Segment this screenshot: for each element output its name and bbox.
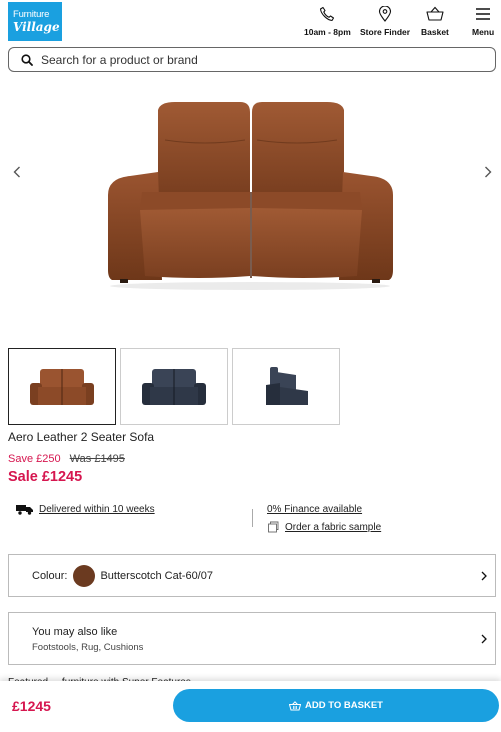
also-like-items: Footstools, Rug, Cushions (32, 642, 144, 653)
chevron-right-icon (481, 571, 487, 581)
fabric-sample-label: Order a fabric sample (285, 521, 382, 533)
menu-label: Menu (472, 27, 495, 37)
was-price: Was £1495 (69, 453, 125, 465)
add-to-basket-label: ADD TO BASKET (305, 700, 383, 711)
furniture-village-logo[interactable]: Furniture Village (8, 2, 62, 41)
colour-swatch (73, 564, 96, 587)
finance-link[interactable]: 0% Finance available (267, 504, 362, 515)
opening-hours-link[interactable]: 10am - 8pm (304, 6, 351, 37)
also-like-title: You may also like (32, 626, 118, 638)
thumbnail-navy-sofa-image (142, 368, 206, 405)
thumbnail-strip (8, 348, 340, 425)
price-line: Save £250 Was £1495 (8, 453, 125, 465)
menu-button[interactable]: Menu (472, 6, 494, 37)
basket-icon (289, 700, 302, 711)
logo-line2: Village (13, 19, 60, 34)
phone-icon (320, 6, 335, 22)
thumbnail-tan-sofa-image (30, 368, 94, 405)
thumbnail-3[interactable] (232, 348, 340, 425)
opening-hours-label: 10am - 8pm (304, 27, 351, 37)
colour-label: Colour: (32, 569, 68, 582)
search-input[interactable] (41, 52, 461, 67)
logo-line1: Furniture (13, 9, 50, 21)
header: Furniture Village 10am - 8pm Store Finde… (0, 0, 501, 44)
delivery-link[interactable]: Delivered within 10 weeks (16, 504, 155, 515)
menu-icon (476, 8, 491, 20)
next-image-arrow[interactable] (480, 164, 496, 180)
chevron-right-icon (481, 634, 487, 644)
basket-link[interactable]: Basket (421, 6, 449, 37)
colour-value: Butterscotch Cat-60/07 (100, 569, 213, 582)
product-title: Aero Leather 2 Seater Sofa (8, 430, 155, 444)
thumbnail-2[interactable] (120, 348, 228, 425)
store-finder-label: Store Finder (360, 27, 411, 37)
chevron-left-icon (13, 166, 20, 178)
basket-icon (426, 6, 444, 21)
you-may-also-like[interactable]: You may also like Footstools, Rug, Cushi… (8, 612, 496, 665)
thumbnail-1[interactable] (8, 348, 116, 425)
finance-label: 0% Finance available (267, 504, 363, 515)
store-finder-link[interactable]: Store Finder (360, 6, 410, 37)
search-bar[interactable] (8, 47, 496, 72)
add-to-basket-button[interactable]: ADD TO BASKET (173, 689, 499, 722)
location-pin-icon (378, 6, 392, 22)
thumbnail-navy-sofa-side-image (266, 366, 308, 405)
save-amount: Save £250 (8, 453, 61, 465)
delivery-truck-icon (16, 505, 33, 515)
search-icon (21, 53, 33, 66)
info-divider (252, 509, 253, 527)
product-main-image[interactable] (0, 80, 501, 312)
sofa-image (108, 102, 393, 290)
sale-price: Sale £1245 (8, 469, 83, 485)
colour-selector[interactable]: Colour: Butterscotch Cat-60/07 (8, 554, 496, 597)
prev-image-arrow[interactable] (9, 164, 25, 180)
delivery-label: Delivered within 10 weeks (39, 504, 155, 515)
chevron-right-icon (485, 166, 492, 178)
info-row: Delivered within 10 weeks 0% Finance ava… (0, 503, 501, 537)
basket-label: Basket (421, 27, 449, 37)
sticky-price: £1245 (12, 698, 51, 714)
fabric-sample-icon (268, 521, 279, 533)
sticky-add-to-basket-bar: £1245 ADD TO BASKET (0, 681, 501, 732)
fabric-sample-link[interactable]: Order a fabric sample (267, 521, 381, 533)
